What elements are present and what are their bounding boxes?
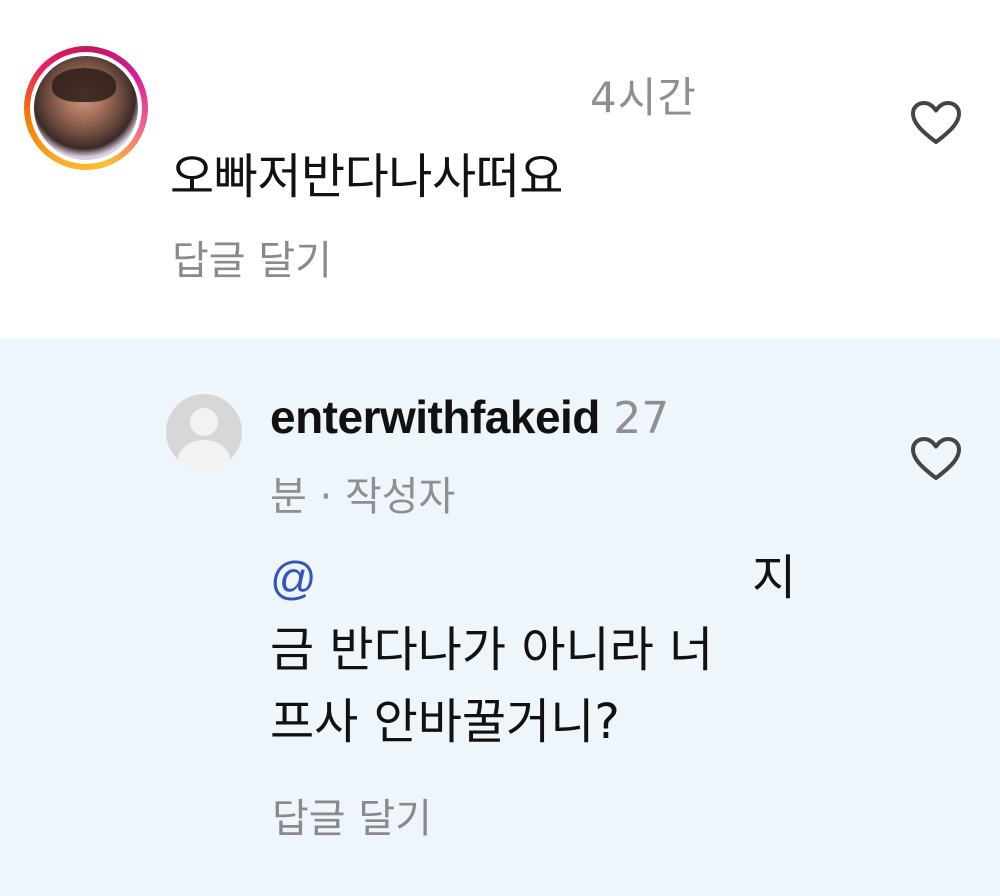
comment-line: 프사 안바꿀거니? <box>270 694 620 750</box>
avatar-with-story-ring[interactable] <box>24 46 148 170</box>
reply-button[interactable]: 답글 달기 <box>172 228 332 286</box>
reply-button[interactable]: 답글 달기 <box>272 786 432 844</box>
person-body-icon <box>178 440 230 470</box>
comment-line-text: 지 <box>752 550 797 606</box>
author-line: enterwithfakeid 27 <box>270 390 669 444</box>
mention-link[interactable]: @ <box>270 552 317 604</box>
comment-line: 금 반다나가 아니라 너 <box>270 622 714 678</box>
comment-timestamp: 4시간 <box>590 73 698 122</box>
heart-icon[interactable] <box>910 436 962 482</box>
comment-text: 오빠저반다나사떠요 <box>170 149 563 205</box>
author-meta: 분 · 작성자 <box>270 474 456 520</box>
heart-icon[interactable] <box>910 100 962 146</box>
avatar <box>34 56 138 160</box>
comment-line: @ 지 <box>270 542 830 614</box>
username[interactable]: enterwithfakeid <box>270 391 600 443</box>
default-avatar[interactable] <box>166 394 242 470</box>
comment-timestamp: 27 <box>613 393 670 444</box>
person-head-icon <box>190 408 218 436</box>
reply-comment-item: enterwithfakeid 27 분 · 작성자 @ 지 금 반다나가 아니… <box>0 338 1000 896</box>
comment-item: 4시간 오빠저반다나사떠요 답글 달기 <box>0 0 1000 338</box>
comment-text: @ 지 금 반다나가 아니라 너 프사 안바꿀거니? <box>270 542 830 758</box>
